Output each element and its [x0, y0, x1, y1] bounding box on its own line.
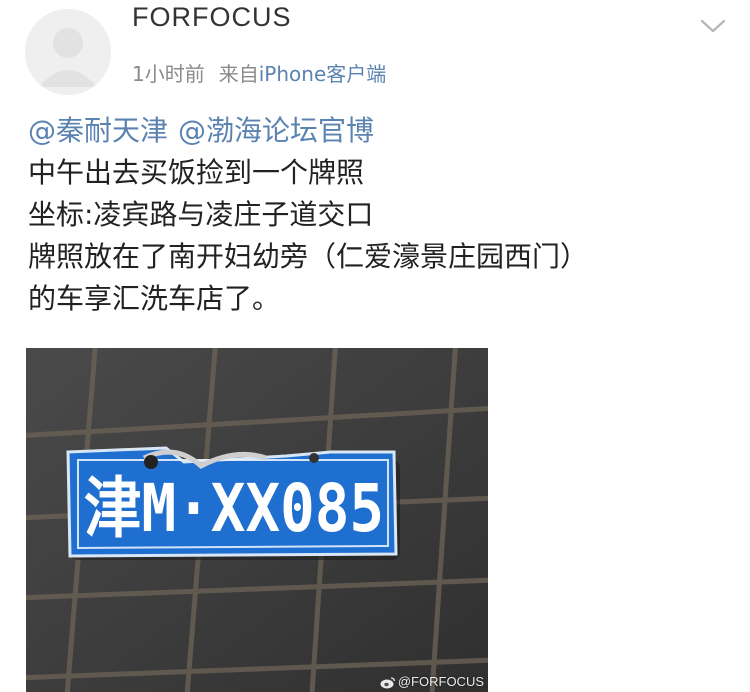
post-line: 的车享汇洗车店了。 [28, 282, 281, 315]
default-avatar-icon [25, 9, 111, 95]
post-line: 中午出去买饭捡到一个牌照 [28, 156, 365, 189]
mention-link[interactable]: @秦耐天津 [28, 114, 168, 147]
post-line: 牌照放在了南开妇幼旁（仁爱濠景庄园西门） [28, 240, 589, 273]
chevron-down-icon[interactable] [699, 16, 727, 36]
source-app-link[interactable]: iPhone客户端 [259, 62, 387, 86]
watermark-text: @FORFOCUS [397, 673, 484, 689]
post-meta: 1小时前 来自iPhone客户端 [132, 58, 386, 87]
photo-watermark: @FORFOCUS [380, 674, 484, 689]
source-label: 来自 [218, 62, 259, 86]
post-text: @秦耐天津 @渤海论坛官博 中午出去买饭捡到一个牌照 坐标:凌宾路与凌庄子道交口 … [28, 110, 728, 320]
weibo-logo-icon [380, 677, 396, 689]
license-plate-photo: 津M·XX085 [26, 348, 488, 692]
post-time: 1小时前 [132, 62, 205, 86]
username[interactable]: FORFOCUS [132, 2, 292, 33]
post-photo[interactable]: 津M·XX085 @FORFOCUS [26, 348, 488, 692]
mention-link[interactable]: @渤海论坛官博 [178, 114, 374, 147]
mentions-line: @秦耐天津 @渤海论坛官博 [28, 110, 728, 152]
post-line: 坐标:凌宾路与凌庄子道交口 [28, 198, 374, 231]
avatar[interactable] [25, 9, 111, 95]
plate-text: 津M·XX085 [84, 470, 384, 547]
